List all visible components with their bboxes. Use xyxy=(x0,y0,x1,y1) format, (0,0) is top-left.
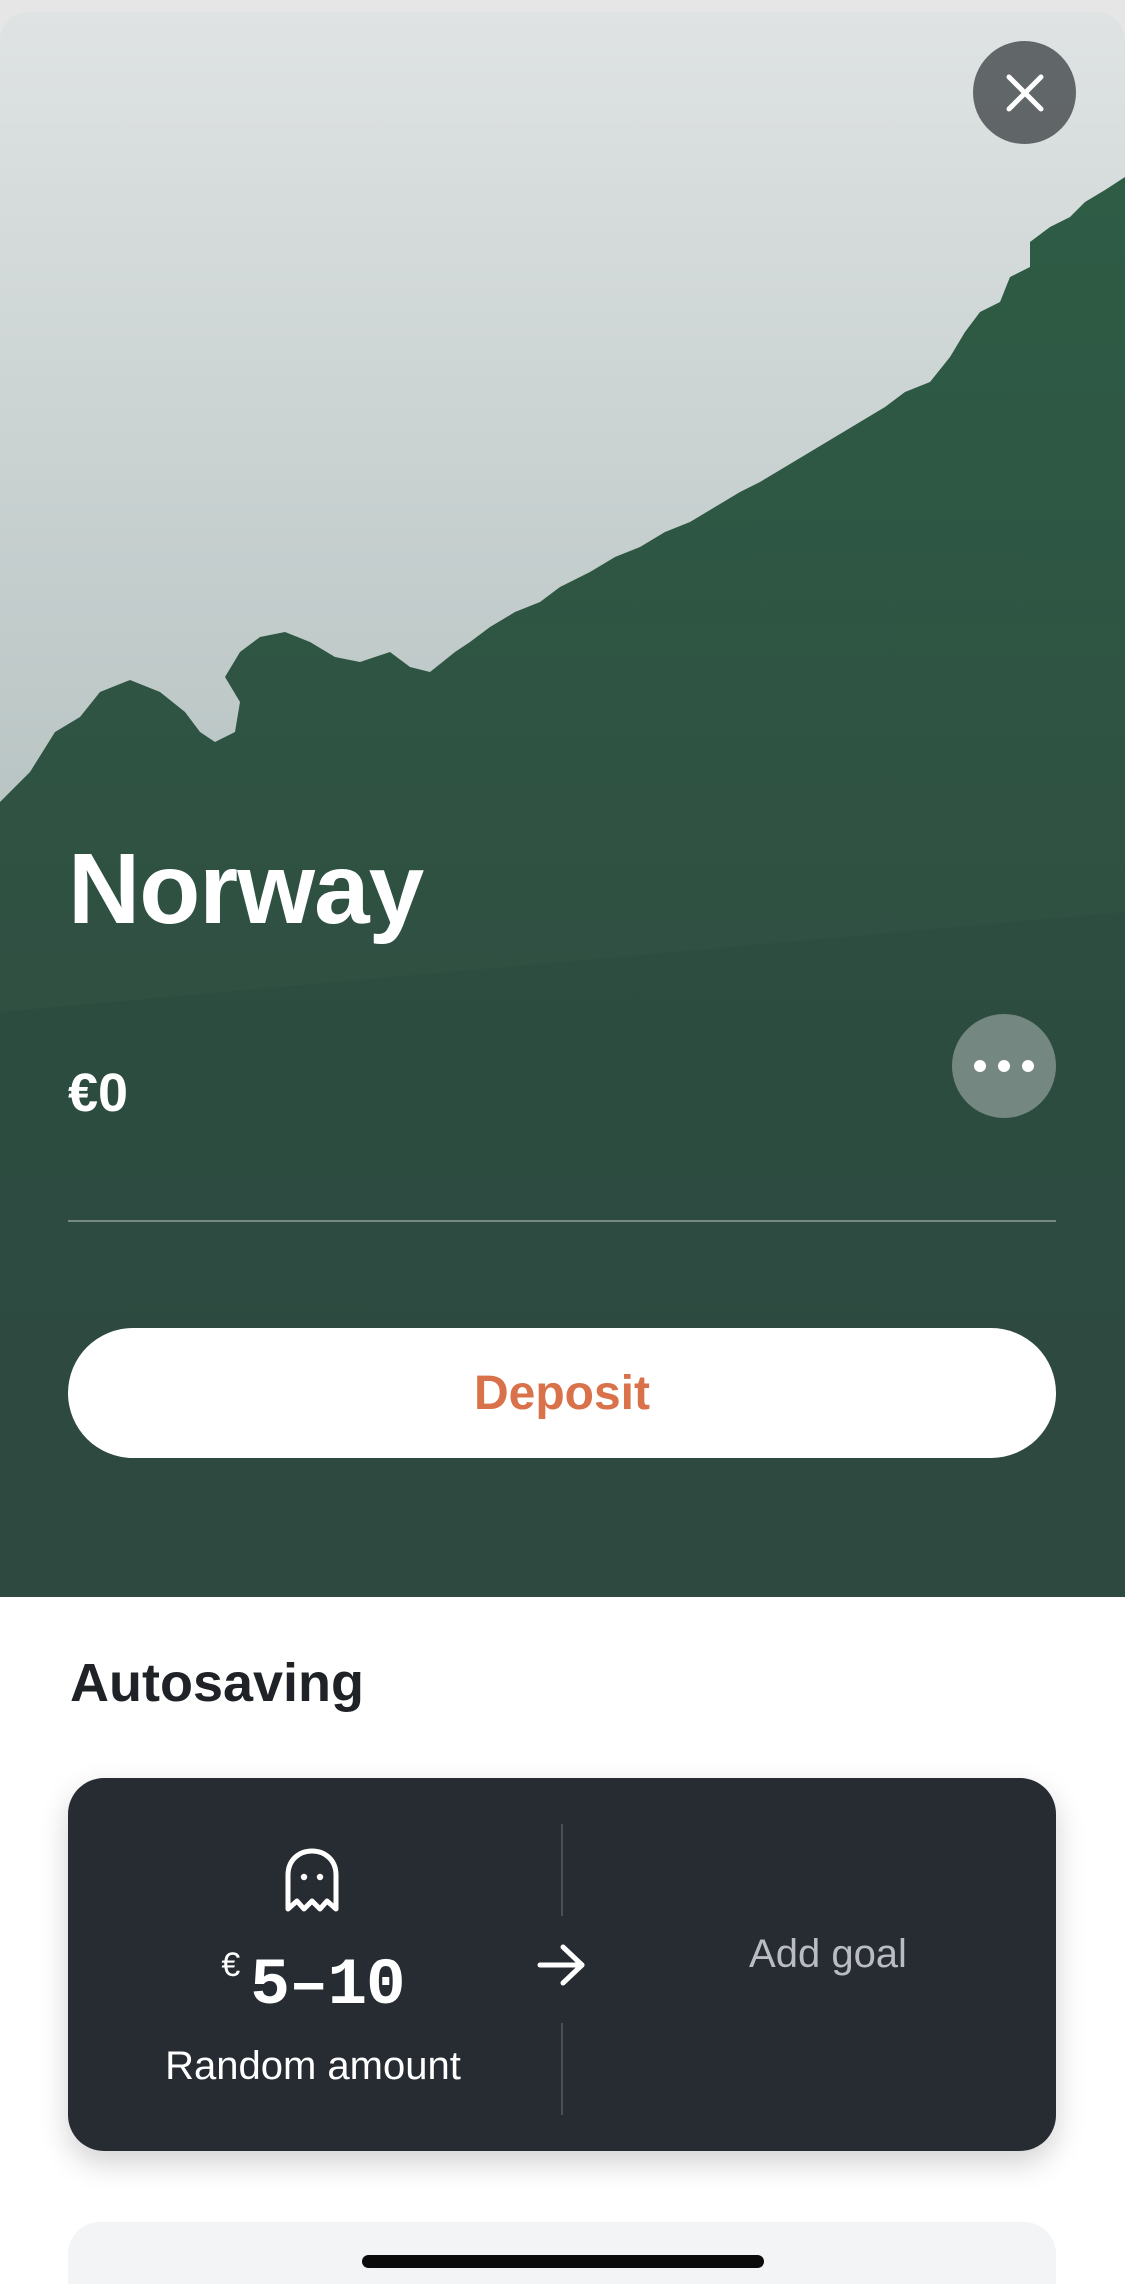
more-horizontal-icon xyxy=(974,1060,986,1072)
card-divider-top xyxy=(561,1824,563,1916)
goal-hero: Norway €0 Deposit xyxy=(0,12,1125,1597)
goal-title: Norway xyxy=(68,833,424,945)
goal-sheet: Norway €0 Deposit Autosaving €5–10 Rando… xyxy=(0,12,1125,2284)
divider xyxy=(68,1220,1056,1222)
ghost-icon xyxy=(285,1848,339,1912)
close-button[interactable] xyxy=(973,41,1076,144)
close-icon xyxy=(1006,74,1043,111)
autosaving-amount: €5–10 xyxy=(68,1946,558,2023)
home-indicator xyxy=(362,2255,764,2268)
autosaving-rule-label: Random amount xyxy=(165,2044,461,2088)
card-divider-bottom xyxy=(561,2023,563,2115)
more-options-button[interactable] xyxy=(952,1014,1056,1118)
amount-range: 5–10 xyxy=(250,1948,405,2023)
goal-balance: €0 xyxy=(68,1063,129,1123)
add-goal-button[interactable]: Add goal xyxy=(648,1932,1008,1977)
deposit-button[interactable]: Deposit xyxy=(68,1328,1056,1458)
currency-symbol: € xyxy=(221,1946,241,1984)
next-card xyxy=(68,2222,1056,2284)
more-dot xyxy=(1022,1060,1034,1072)
autosaving-title: Autosaving xyxy=(70,1653,365,1713)
autosaving-card[interactable]: €5–10 Random amount Add goal xyxy=(68,1778,1056,2151)
more-dot xyxy=(998,1060,1010,1072)
arrow-right-icon xyxy=(537,1944,585,1986)
